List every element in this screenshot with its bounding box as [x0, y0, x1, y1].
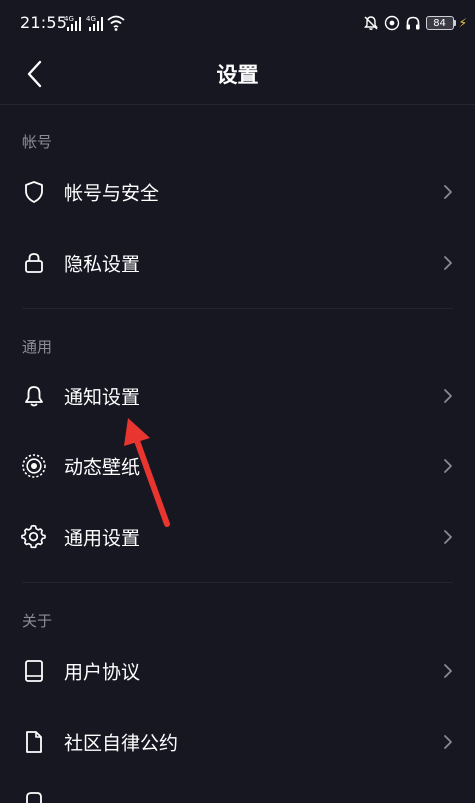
- section-header-about: 关于: [22, 612, 53, 630]
- live-wallpaper-icon: [22, 454, 46, 478]
- chevron-right-icon: [444, 185, 452, 199]
- chevron-right-icon: [444, 530, 452, 544]
- wifi-icon: [107, 15, 125, 31]
- chevron-right-icon: [444, 735, 452, 749]
- cellular-signal-icon: 4G: [64, 15, 81, 31]
- charging-bolt-icon: ⚡: [458, 16, 467, 30]
- status-time: 21:55: [20, 13, 68, 32]
- document-icon: [26, 731, 42, 753]
- status-right-group: 84 ⚡: [363, 14, 467, 32]
- signal-label: 4G: [64, 15, 74, 23]
- section-divider: [22, 582, 453, 583]
- alarm-bell-icon: [363, 16, 378, 30]
- gear-icon: [21, 524, 46, 549]
- settings-item-community-guidelines[interactable]: 社区自律公约: [0, 707, 475, 777]
- settings-item-user-agreement[interactable]: 用户协议: [0, 636, 475, 706]
- cellular-signal-icon: 4G: [86, 15, 103, 31]
- settings-item-label: 用户协议: [64, 661, 141, 684]
- bell-icon: [25, 386, 43, 407]
- partial-row-icon: [26, 792, 42, 803]
- section-header-general: 通用: [22, 338, 53, 356]
- nav-header: 设置: [0, 46, 475, 105]
- section-divider: [22, 308, 453, 309]
- lock-icon: [25, 253, 43, 273]
- battery-level: 84: [433, 17, 446, 29]
- signal-label: 4G: [86, 15, 96, 23]
- headphones-icon: [406, 16, 420, 30]
- settings-item-notifications[interactable]: 通知设置: [0, 361, 475, 431]
- settings-item-label: 通用设置: [64, 527, 141, 550]
- battery-tip: [453, 20, 456, 26]
- battery-icon: 84: [425, 16, 454, 30]
- settings-item-live-wallpaper[interactable]: 动态壁纸: [0, 431, 475, 501]
- settings-item-privacy[interactable]: 隐私设置: [0, 228, 475, 298]
- settings-item-label: 帐号与安全: [64, 182, 160, 205]
- chevron-right-icon: [444, 389, 452, 403]
- shield-icon: [25, 181, 43, 203]
- settings-item-general[interactable]: 通用设置: [0, 502, 475, 572]
- section-header-account: 帐号: [22, 133, 53, 151]
- settings-item-label: 动态壁纸: [64, 456, 141, 479]
- status-bar: 21:55 4G 4G 84 ⚡: [0, 0, 475, 46]
- settings-item-label: 通知设置: [64, 386, 141, 409]
- settings-item-label: 社区自律公约: [64, 732, 179, 755]
- chevron-right-icon: [444, 664, 452, 678]
- page-title: 设置: [216, 63, 259, 87]
- location-icon: [384, 15, 399, 31]
- settings-item-account-security[interactable]: 帐号与安全: [0, 157, 475, 227]
- book-icon: [25, 660, 43, 682]
- chevron-right-icon: [444, 256, 452, 270]
- settings-item-label: 隐私设置: [64, 253, 141, 276]
- chevron-right-icon: [444, 459, 452, 473]
